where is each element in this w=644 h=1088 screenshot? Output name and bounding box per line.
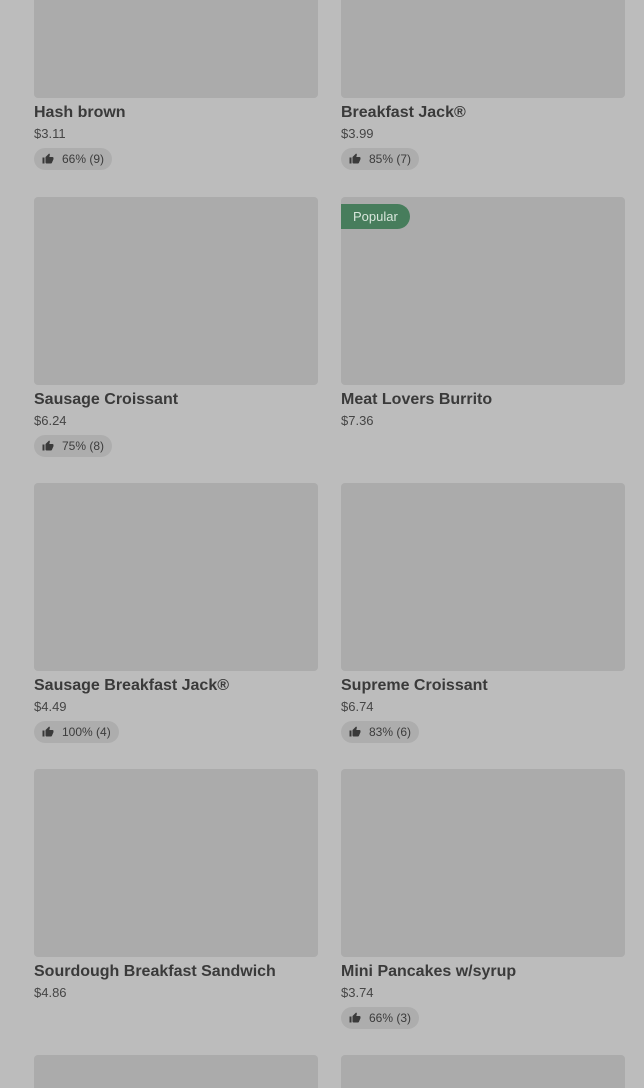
menu-item-card[interactable]: Supreme Croissant $6.74 83% (6): [341, 483, 625, 743]
menu-item-image[interactable]: Popular: [341, 197, 625, 385]
rating-text: 83% (6): [369, 725, 412, 739]
menu-item-name: Sausage Breakfast Jack®: [34, 677, 230, 694]
menu-item-name: Supreme Croissant: [341, 677, 488, 694]
menu-item-image[interactable]: [341, 769, 625, 957]
menu-item-name: Sourdough Breakfast Sandwich: [34, 963, 276, 980]
rating-pill: 83% (6): [341, 721, 420, 743]
menu-item-card[interactable]: Sausage Breakfast Jack® $4.49 100% (4): [34, 483, 318, 743]
menu-item-image[interactable]: [341, 1055, 625, 1088]
menu-item-image[interactable]: [34, 769, 318, 957]
thumbs-up-icon: [42, 440, 54, 451]
menu-item-price: $3.11: [34, 126, 66, 141]
menu-item-card[interactable]: [341, 1055, 625, 1088]
menu-item-card[interactable]: Mini Pancakes w/syrup $3.74 66% (3): [341, 769, 625, 1029]
menu-item-price: $3.99: [341, 126, 374, 141]
menu-item-name: Breakfast Jack®: [341, 104, 466, 121]
rating-pill: 100% (4): [34, 721, 119, 743]
rating-text: 85% (7): [369, 152, 412, 166]
menu-item-card[interactable]: Breakfast Jack® $3.99 85% (7): [341, 0, 625, 170]
menu-item-image[interactable]: [341, 483, 625, 671]
menu-item-image[interactable]: [341, 0, 625, 98]
menu-item-name: Meat Lovers Burrito: [341, 391, 493, 408]
thumbs-up-icon: [349, 726, 361, 737]
thumbs-up-icon: [349, 153, 361, 164]
menu-item-price: $4.86: [34, 985, 67, 1000]
menu-item-price: $6.24: [34, 413, 67, 428]
rating-text: 66% (3): [369, 1011, 412, 1025]
popular-badge: Popular: [341, 204, 410, 229]
menu-item-price: $6.74: [341, 699, 374, 714]
rating-text: 66% (9): [62, 152, 105, 166]
menu-item-card[interactable]: Hash brown $3.11 66% (9): [34, 0, 318, 170]
menu-item-name: Hash brown: [34, 104, 126, 121]
menu-item-image[interactable]: [34, 197, 318, 385]
thumbs-up-icon: [42, 153, 54, 164]
thumbs-up-icon: [42, 726, 54, 737]
menu-item-name: Sausage Croissant: [34, 391, 179, 408]
menu-item-price: $4.49: [34, 699, 67, 714]
rating-pill: 75% (8): [34, 435, 113, 457]
menu-item-image[interactable]: [34, 0, 318, 98]
menu-item-card[interactable]: Popular Meat Lovers Burrito $7.36: [341, 197, 625, 429]
menu-item-card[interactable]: [34, 1055, 318, 1088]
menu-item-image[interactable]: [34, 1055, 318, 1088]
rating-pill: 66% (9): [34, 148, 113, 170]
menu-item-name: Mini Pancakes w/syrup: [341, 963, 517, 980]
menu-item-image[interactable]: [34, 483, 318, 671]
menu-item-card[interactable]: Sausage Croissant $6.24 75% (8): [34, 197, 318, 457]
menu-item-price: $3.74: [341, 985, 374, 1000]
rating-text: 75% (8): [62, 439, 105, 453]
menu-item-grid: Hash brown $3.11 66% (9) Breakfast Jack®…: [0, 0, 644, 1088]
rating-pill: 85% (7): [341, 148, 420, 170]
rating-pill: 66% (3): [341, 1007, 420, 1029]
thumbs-up-icon: [349, 1012, 361, 1023]
menu-item-price: $7.36: [341, 413, 374, 428]
rating-text: 100% (4): [62, 725, 111, 739]
menu-item-card[interactable]: Sourdough Breakfast Sandwich $4.86: [34, 769, 318, 1001]
